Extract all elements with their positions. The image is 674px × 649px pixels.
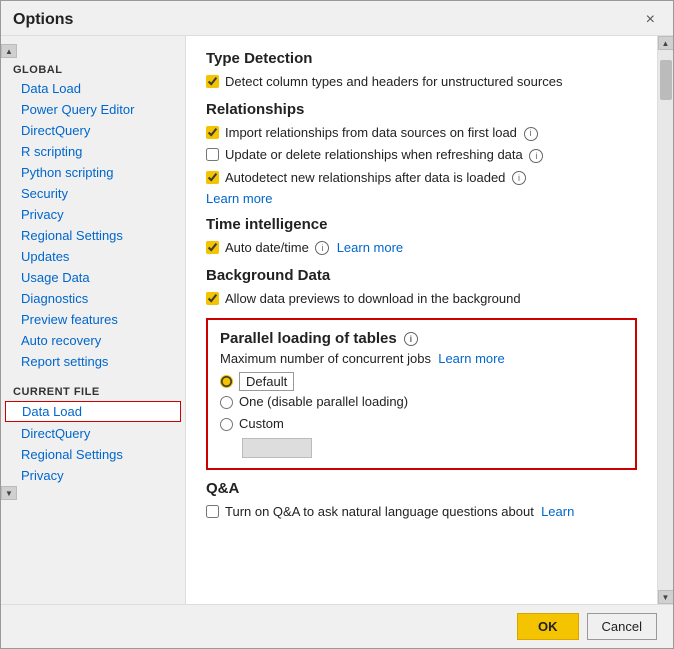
options-dialog: Options × ▲ GLOBAL Data Load Power Query…	[0, 0, 674, 649]
update-rel-info-icon: i	[529, 149, 543, 163]
scroll-track[interactable]	[658, 50, 673, 590]
sidebar-item-python-scripting[interactable]: Python scripting	[1, 162, 185, 183]
sidebar-item-updates[interactable]: Updates	[1, 246, 185, 267]
parallel-loading-learn-more-link[interactable]: Learn more	[438, 351, 504, 366]
radio-custom[interactable]	[220, 418, 233, 431]
allow-previews-row: Allow data previews to download in the b…	[206, 290, 637, 308]
update-rel-checkbox[interactable]	[206, 148, 219, 161]
time-intelligence-title: Time intelligence	[206, 216, 637, 233]
dialog-footer: OK Cancel	[1, 604, 673, 648]
sidebar-item-usage-data[interactable]: Usage Data	[1, 267, 185, 288]
scroll-up-arrow[interactable]: ▲	[658, 36, 674, 50]
type-detection-title: Type Detection	[206, 50, 637, 67]
qa-title: Q&A	[206, 480, 637, 497]
sidebar-item-current-regional-settings[interactable]: Regional Settings	[1, 444, 185, 465]
sidebar-item-current-direct-query[interactable]: DirectQuery	[1, 423, 185, 444]
dialog-titlebar: Options ×	[1, 1, 673, 36]
time-intelligence-learn-more-link[interactable]: Learn more	[337, 240, 403, 255]
sidebar-item-data-load[interactable]: Data Load	[1, 78, 185, 99]
cancel-button[interactable]: Cancel	[587, 613, 657, 640]
radio-default-row: Default	[220, 374, 623, 389]
scroll-thumb[interactable]	[660, 60, 672, 100]
detect-column-row: Detect column types and headers for unst…	[206, 73, 637, 91]
radio-one-label: One (disable parallel loading)	[239, 393, 408, 411]
autodetect-rel-row: Autodetect new relationships after data …	[206, 169, 637, 187]
sidebar-item-current-data-load[interactable]: Data Load	[5, 401, 181, 422]
autodetect-rel-checkbox[interactable]	[206, 171, 219, 184]
relationships-learn-more-link[interactable]: Learn more	[206, 191, 272, 206]
custom-input-box[interactable]	[242, 438, 312, 458]
sidebar-divider	[1, 372, 185, 380]
radio-default[interactable]	[220, 375, 233, 388]
background-data-title: Background Data	[206, 267, 637, 284]
import-rel-info-icon: i	[524, 127, 538, 141]
qa-checkbox-row: Turn on Q&A to ask natural language ques…	[206, 503, 637, 521]
sidebar-item-current-privacy[interactable]: Privacy	[1, 465, 185, 486]
sidebar-item-auto-recovery[interactable]: Auto recovery	[1, 330, 185, 351]
detect-column-checkbox[interactable]	[206, 75, 219, 88]
sidebar-item-diagnostics[interactable]: Diagnostics	[1, 288, 185, 309]
sidebar-item-preview-features[interactable]: Preview features	[1, 309, 185, 330]
qa-section: Q&A Turn on Q&A to ask natural language …	[206, 480, 637, 521]
sidebar: ▲ GLOBAL Data Load Power Query Editor Di…	[1, 36, 186, 604]
autodetect-rel-label: Autodetect new relationships after data …	[225, 169, 526, 187]
ok-button[interactable]: OK	[517, 613, 579, 640]
detect-column-label: Detect column types and headers for unst…	[225, 73, 562, 91]
autodetect-rel-info-icon: i	[512, 171, 526, 185]
import-rel-label: Import relationships from data sources o…	[225, 124, 538, 142]
sidebar-item-privacy[interactable]: Privacy	[1, 204, 185, 225]
radio-custom-label: Custom	[239, 415, 284, 433]
sidebar-scroll-up-arrow[interactable]: ▲	[1, 44, 17, 58]
main-content: Type Detection Detect column types and h…	[186, 36, 657, 604]
sidebar-item-report-settings[interactable]: Report settings	[1, 351, 185, 372]
auto-datetime-info-icon: i	[315, 241, 329, 255]
parallel-loading-info-icon: i	[404, 332, 418, 346]
import-rel-row: Import relationships from data sources o…	[206, 124, 637, 142]
radio-one-row: One (disable parallel loading)	[220, 393, 623, 411]
parallel-loading-subtitle: Maximum number of concurrent jobs Learn …	[220, 351, 623, 366]
dialog-title: Options	[13, 11, 73, 29]
sidebar-item-power-query-editor[interactable]: Power Query Editor	[1, 99, 185, 120]
sidebar-item-regional-settings[interactable]: Regional Settings	[1, 225, 185, 246]
main-scrollbar[interactable]: ▲ ▼	[657, 36, 673, 604]
relationships-title: Relationships	[206, 101, 637, 118]
close-button[interactable]: ×	[640, 9, 661, 31]
sidebar-item-direct-query[interactable]: DirectQuery	[1, 120, 185, 141]
radio-default-label: Default	[239, 374, 294, 389]
radio-one[interactable]	[220, 396, 233, 409]
qa-label: Turn on Q&A to ask natural language ques…	[225, 503, 574, 521]
parallel-loading-box: Parallel loading of tables i Maximum num…	[206, 318, 637, 469]
global-section-label: GLOBAL	[1, 58, 185, 78]
qa-learn-link[interactable]: Learn	[541, 504, 574, 519]
radio-custom-row: Custom	[220, 415, 623, 433]
allow-previews-label: Allow data previews to download in the b…	[225, 290, 521, 308]
sidebar-item-r-scripting[interactable]: R scripting	[1, 141, 185, 162]
qa-checkbox[interactable]	[206, 505, 219, 518]
parallel-loading-title: Parallel loading of tables i	[220, 330, 623, 347]
relationships-learn-more-row: Learn more	[206, 191, 637, 206]
auto-datetime-checkbox[interactable]	[206, 241, 219, 254]
current-file-section-label: CURRENT FILE	[1, 380, 185, 400]
sidebar-item-security[interactable]: Security	[1, 183, 185, 204]
import-rel-checkbox[interactable]	[206, 126, 219, 139]
allow-previews-checkbox[interactable]	[206, 292, 219, 305]
sidebar-scroll-down-arrow[interactable]: ▼	[1, 486, 17, 500]
auto-datetime-row: Auto date/time i Learn more	[206, 239, 637, 257]
update-rel-label: Update or delete relationships when refr…	[225, 146, 543, 164]
auto-datetime-label: Auto date/time i Learn more	[225, 239, 403, 257]
update-rel-row: Update or delete relationships when refr…	[206, 146, 637, 164]
scroll-down-arrow[interactable]: ▼	[658, 590, 674, 604]
dialog-body: ▲ GLOBAL Data Load Power Query Editor Di…	[1, 36, 673, 604]
